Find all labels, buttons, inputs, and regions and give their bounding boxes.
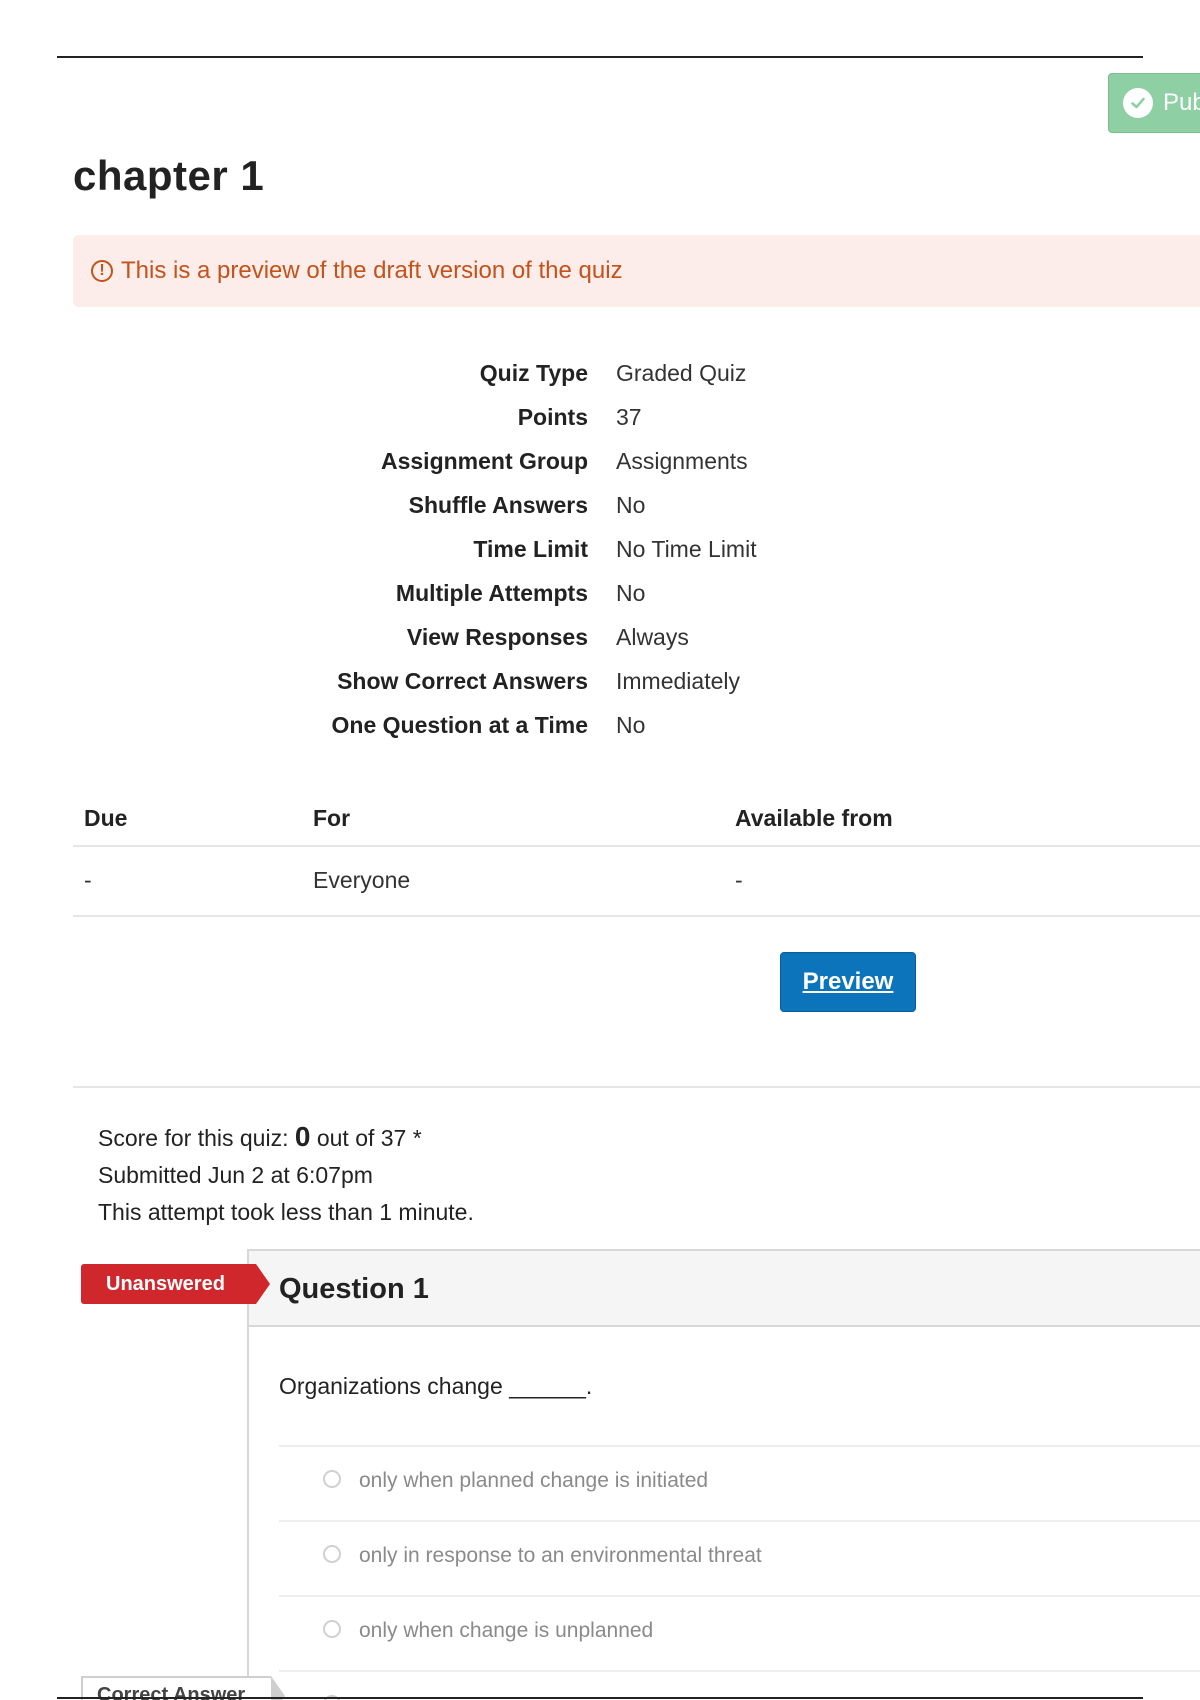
detail-label: Show Correct Answers [337, 668, 588, 694]
check-circle-icon [1123, 88, 1153, 118]
question-title: Question 1 [279, 1273, 429, 1305]
score-suffix: out of 37 * [316, 1125, 422, 1151]
detail-value: Always [616, 624, 689, 650]
detail-value: Assignments [616, 448, 748, 474]
detail-row-multiple-attempts: Multiple Attempts No [73, 580, 1200, 610]
alert-circle-icon: ! [91, 260, 113, 282]
detail-row-points: Points 37 [73, 404, 1200, 434]
bottom-divider [57, 1697, 1143, 1699]
detail-label: Shuffle Answers [408, 492, 588, 518]
detail-row-quiz-type: Quiz Type Graded Quiz [73, 360, 1200, 390]
detail-label: One Question at a Time [331, 712, 588, 738]
detail-value: Graded Quiz [616, 360, 747, 386]
quiz-page: Pub chapter 1 ! This is a preview of the… [0, 0, 1200, 1700]
detail-label: Multiple Attempts [395, 580, 588, 606]
available-from-value: - [735, 867, 743, 893]
top-divider [57, 56, 1143, 58]
question-card: Question 1 Organizations change ______. … [247, 1249, 1200, 1700]
question-header: Question 1 [249, 1251, 1200, 1327]
detail-value: 37 [616, 404, 642, 430]
detail-value: Immediately [616, 668, 740, 694]
question-text: Organizations change ______. [279, 1373, 593, 1399]
answer-text: only when planned change is initiated [359, 1469, 709, 1492]
score-summary: Score for this quiz: 0 out of 37 * Submi… [98, 1118, 474, 1231]
publish-label: Pub [1163, 89, 1200, 116]
radio-button[interactable] [323, 1620, 341, 1638]
radio-button[interactable] [323, 1470, 341, 1488]
detail-row-view-responses: View Responses Always [73, 624, 1200, 654]
answer-option[interactable]: only when change is unplanned [279, 1595, 1200, 1670]
detail-value: No [616, 712, 646, 738]
score-line: Score for this quiz: 0 out of 37 * [98, 1118, 474, 1157]
unanswered-badge: Unanswered [81, 1264, 270, 1304]
column-header-available-from: Available from [735, 805, 893, 831]
answer-option[interactable]: only in response to an environmental thr… [279, 1520, 1200, 1595]
answer-option[interactable] [279, 1670, 1200, 1700]
for-value: Everyone [313, 867, 411, 893]
availability-header-row: Due For Available from [73, 800, 1200, 847]
answer-option[interactable]: only when planned change is initiated [279, 1445, 1200, 1520]
table-row: - Everyone - [73, 850, 1200, 917]
page-title: chapter 1 [73, 152, 265, 199]
detail-label: Assignment Group [380, 448, 588, 474]
detail-value: No Time Limit [616, 536, 757, 562]
detail-label: Points [517, 404, 588, 430]
answer-text: only in response to an environmental thr… [359, 1544, 762, 1567]
publish-button[interactable]: Pub [1108, 73, 1200, 133]
due-value: - [84, 867, 92, 893]
attempt-duration: This attempt took less than 1 minute. [98, 1199, 474, 1225]
preview-button[interactable]: Preview [780, 952, 916, 1012]
column-header-for: For [313, 805, 351, 831]
detail-label: Time Limit [473, 536, 588, 562]
submitted-time: Submitted Jun 2 at 6:07pm [98, 1162, 373, 1188]
detail-row-show-correct-answers: Show Correct Answers Immediately [73, 668, 1200, 698]
draft-preview-alert: ! This is a preview of the draft version… [73, 235, 1200, 307]
detail-row-time-limit: Time Limit No Time Limit [73, 536, 1200, 566]
detail-label: View Responses [406, 624, 588, 650]
detail-value: No [616, 580, 646, 606]
detail-value: No [616, 492, 646, 518]
detail-label: Quiz Type [479, 360, 588, 386]
column-header-due: Due [84, 805, 128, 831]
detail-row-assignment-group: Assignment Group Assignments [73, 448, 1200, 478]
section-divider [73, 1086, 1200, 1088]
score-value: 0 [294, 1121, 311, 1152]
detail-row-shuffle-answers: Shuffle Answers No [73, 492, 1200, 522]
answer-text: only when change is unplanned [359, 1619, 654, 1642]
radio-button[interactable] [323, 1545, 341, 1563]
detail-row-one-question-at-a-time: One Question at a Time No [73, 712, 1200, 742]
alert-message: This is a preview of the draft version o… [121, 257, 623, 284]
score-prefix: Score for this quiz: [98, 1125, 289, 1151]
